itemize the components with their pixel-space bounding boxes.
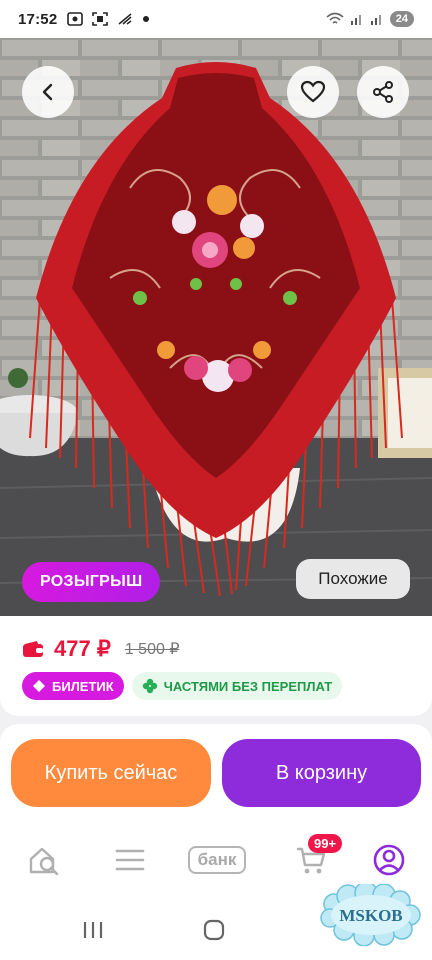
chevron-left-icon	[42, 83, 53, 101]
installment-badge-label: ЧАСТЯМИ БЕЗ ПЕРЕПЛАТ	[163, 678, 333, 694]
price-badges: БИЛЕТИК ЧАСТЯМИ БЕЗ ПЕРЕПЛАТ	[22, 672, 343, 700]
bank-label: банк	[187, 846, 247, 874]
nav-home[interactable]	[26, 840, 62, 880]
home-system-icon[interactable]	[202, 918, 226, 942]
no-signal-icon	[118, 13, 132, 25]
current-price: 477 ₽	[54, 636, 111, 661]
raffle-badge[interactable]: РОЗЫГРЫШ	[22, 562, 161, 602]
cart-count-badge: 99+	[308, 834, 343, 853]
dot-icon	[143, 16, 150, 22]
shawl-photo	[0, 38, 432, 616]
photo-icon	[67, 12, 84, 26]
old-price: 1 500 ₽	[124, 641, 180, 658]
status-bar: 17:52 24	[0, 0, 432, 38]
screen: 17:52 24 РОЗЫГРЫШ Похожие 477 ₽ 1 500 ₽ …	[0, 0, 432, 960]
status-time: 17:52	[18, 10, 58, 28]
heart-icon	[300, 80, 326, 103]
favorite-button[interactable]	[287, 66, 339, 118]
ticket-badge-label: БИЛЕТИК	[52, 678, 114, 694]
ticket-icon	[33, 680, 45, 692]
scan-icon	[92, 12, 109, 26]
battery-indicator: 24	[389, 11, 414, 27]
share-button[interactable]	[357, 66, 409, 118]
ticket-badge[interactable]: БИЛЕТИК	[22, 672, 124, 700]
add-to-cart-button[interactable]: В корзину	[222, 739, 421, 807]
status-left-icons	[67, 12, 150, 26]
watermark-logo: MSKOB	[320, 881, 422, 947]
nav-profile[interactable]	[372, 840, 406, 880]
profile-icon	[373, 844, 405, 876]
back-button[interactable]	[22, 66, 74, 118]
home-search-icon	[29, 847, 59, 875]
status-right: 24	[326, 11, 414, 27]
clover-icon	[142, 678, 157, 694]
nav-catalog[interactable]	[114, 840, 146, 880]
share-icon	[373, 81, 393, 103]
buy-now-button[interactable]: Купить сейчас	[11, 739, 211, 807]
signal-icon	[350, 15, 361, 25]
installment-badge[interactable]: ЧАСТЯМИ БЕЗ ПЕРЕПЛАТ	[131, 672, 343, 700]
menu-icon	[115, 849, 145, 871]
purchase-actions: Купить сейчас В корзину	[0, 724, 432, 820]
watermark-text: MSKOB	[339, 906, 402, 925]
nav-bank[interactable]: банк	[182, 840, 252, 880]
wallet-icon	[23, 641, 43, 657]
product-photo[interactable]: РОЗЫГРЫШ Похожие	[0, 38, 432, 616]
similar-button[interactable]: Похожие	[296, 559, 410, 599]
price-row: 477 ₽ 1 500 ₽	[22, 636, 180, 662]
signal-icon	[370, 15, 381, 25]
price-card: 477 ₽ 1 500 ₽ БИЛЕТИК ЧАСТЯМИ БЕЗ ПЕРЕПЛ…	[0, 616, 432, 716]
recent-apps-icon[interactable]	[82, 920, 104, 940]
nav-cart[interactable]: 99+	[286, 834, 343, 880]
wifi-icon	[326, 12, 344, 24]
